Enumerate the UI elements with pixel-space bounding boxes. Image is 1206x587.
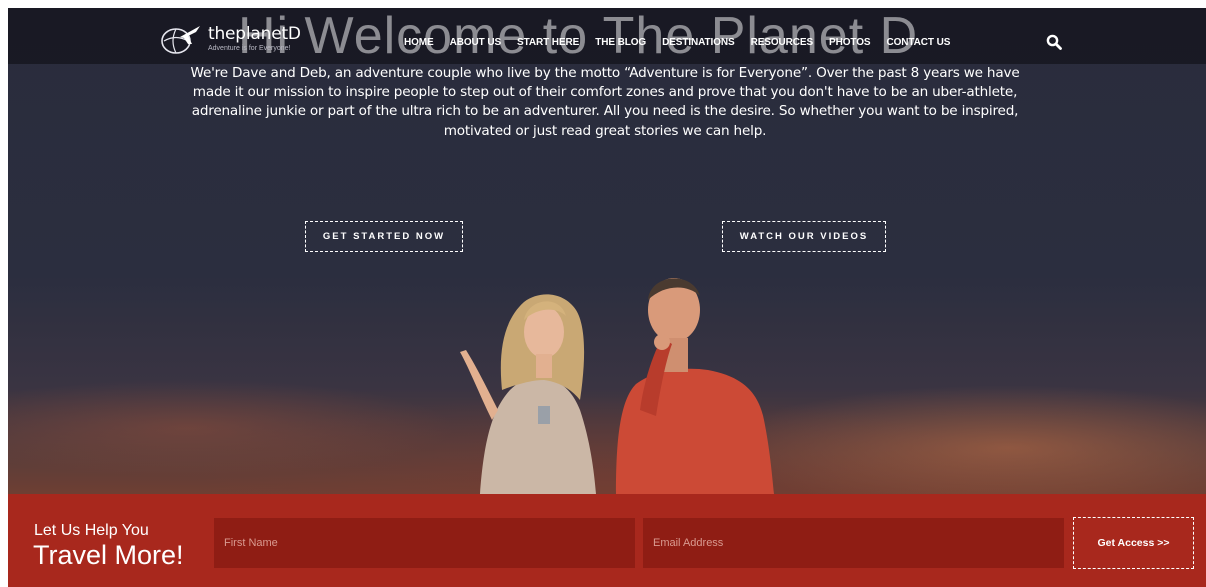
email-input[interactable]: [643, 518, 1064, 568]
logo-tagline: Adventure is for Everyone!: [208, 45, 291, 52]
nav-the-blog[interactable]: THE BLOG: [595, 37, 646, 48]
get-started-button[interactable]: GET STARTED NOW: [305, 221, 463, 252]
top-navbar: Hi Welcome to The Planet D theplanetD Ad…: [8, 7, 1206, 65]
signup-heading-large: Travel More!: [33, 540, 184, 570]
ghost-welcome-title: Hi Welcome to The Planet D: [238, 7, 919, 65]
nav-photos[interactable]: PHOTOS: [829, 37, 871, 48]
search-icon[interactable]: [1046, 34, 1062, 50]
watch-videos-button[interactable]: WATCH OUR VIDEOS: [722, 221, 886, 252]
nav-about-us[interactable]: ABOUT US: [450, 37, 502, 48]
nav-home[interactable]: HOME: [404, 37, 434, 48]
hero-couple-photo: [460, 278, 774, 494]
nav-destinations[interactable]: DESTINATIONS: [662, 37, 735, 48]
signup-heading-small: Let Us Help You: [34, 522, 149, 539]
get-access-button[interactable]: Get Access >>: [1073, 517, 1194, 569]
main-navigation: HOME ABOUT US START HERE THE BLOG DESTIN…: [404, 37, 966, 48]
signup-bar: Let Us Help You Travel More! Get Access …: [8, 494, 1206, 587]
intro-paragraph: We're Dave and Deb, an adventure couple …: [190, 65, 1020, 139]
nav-start-here[interactable]: START HERE: [517, 37, 579, 48]
site-logo[interactable]: theplanetD Adventure is for Everyone!: [158, 22, 301, 56]
plane-globe-icon: [161, 26, 200, 54]
first-name-input[interactable]: [214, 518, 635, 568]
logo-name: theplanetD: [208, 24, 301, 44]
nav-resources[interactable]: RESOURCES: [751, 37, 814, 48]
nav-contact-us[interactable]: CONTACT US: [886, 37, 950, 48]
